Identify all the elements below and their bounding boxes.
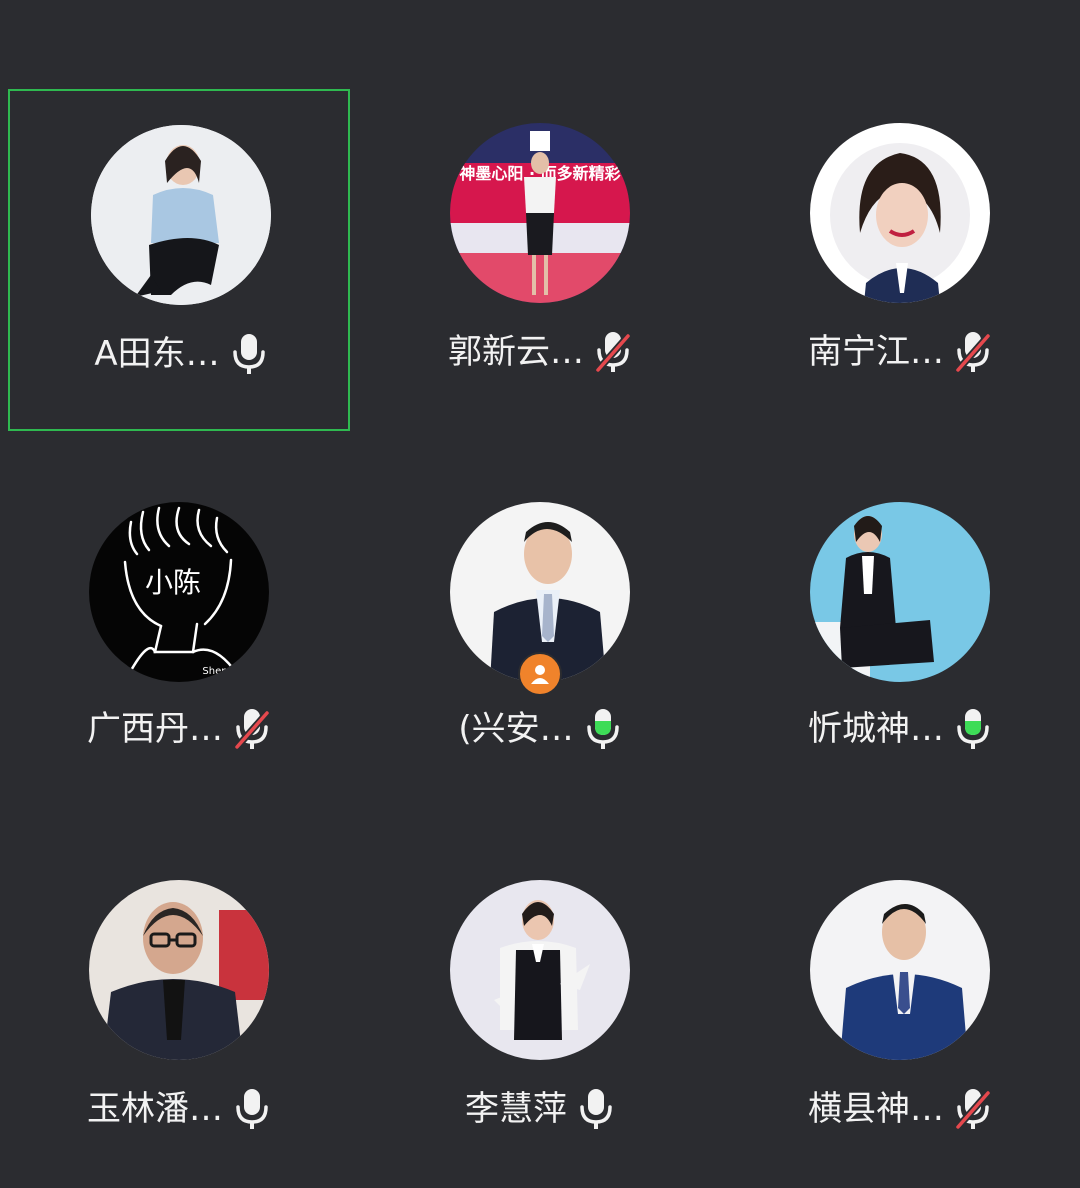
name-row: 广西丹…: [8, 704, 350, 754]
microphone-muted-icon: [955, 332, 991, 373]
avatar: [89, 880, 269, 1060]
participant-name: 郭新云…: [448, 332, 584, 372]
participant-name: 玉林潘…: [87, 1089, 223, 1129]
name-row: A田东…: [10, 329, 352, 379]
participant-name: 忻城神…: [808, 709, 944, 749]
participant-tile[interactable]: 横县神…: [729, 846, 1071, 1188]
participant-tile[interactable]: 小陈 Shen 广西丹…: [8, 466, 350, 808]
microphone-icon: [236, 1089, 268, 1129]
participant-tile[interactable]: 玉林潘…: [8, 846, 350, 1188]
participant-tile[interactable]: A田东…: [8, 89, 350, 431]
participant-name: 南宁江…: [808, 332, 944, 372]
avatar: [810, 880, 990, 1060]
avatar: 神墨心阳 · 而多新精彩: [450, 123, 630, 303]
name-row: 南宁江…: [729, 327, 1071, 377]
microphone-muted-icon: [595, 332, 631, 373]
microphone-icon: [580, 1089, 612, 1129]
microphone-speaking-icon: [586, 709, 619, 749]
participant-tile[interactable]: (兴安…: [369, 466, 711, 808]
microphone-muted-icon: [234, 709, 270, 750]
svg-text:小陈: 小陈: [145, 566, 201, 599]
avatar: [91, 125, 271, 305]
avatar: [450, 880, 630, 1060]
microphone-icon: [232, 334, 265, 374]
participant-tile[interactable]: 忻城神…: [729, 466, 1071, 808]
participant-grid: A田东… 神墨心阳 · 而多新精彩 郭新云… 南宁江… 小陈 Shen 广西丹……: [0, 0, 1080, 1135]
participant-name: (兴安…: [458, 709, 574, 749]
name-row: 忻城神…: [729, 704, 1071, 754]
participant-name: 横县神…: [808, 1089, 944, 1129]
microphone-muted-icon: [955, 1089, 991, 1130]
participant-name: 广西丹…: [87, 709, 223, 749]
svg-text:Shen: Shen: [202, 666, 227, 677]
name-row: 玉林潘…: [8, 1084, 350, 1134]
participant-name: 李慧萍: [465, 1089, 567, 1129]
participant-tile[interactable]: 神墨心阳 · 而多新精彩 郭新云…: [369, 89, 711, 431]
name-row: 郭新云…: [369, 327, 711, 377]
person-icon: [518, 652, 562, 696]
name-row: (兴安…: [369, 704, 711, 754]
avatar: [810, 502, 990, 682]
participant-name: A田东…: [94, 334, 220, 374]
avatar: [810, 123, 990, 303]
participant-tile[interactable]: 李慧萍: [369, 846, 711, 1188]
name-row: 横县神…: [729, 1084, 1071, 1134]
avatar: 小陈 Shen: [89, 502, 269, 682]
name-row: 李慧萍: [369, 1084, 711, 1134]
participant-tile[interactable]: 南宁江…: [729, 89, 1071, 431]
microphone-speaking-icon: [957, 709, 989, 749]
